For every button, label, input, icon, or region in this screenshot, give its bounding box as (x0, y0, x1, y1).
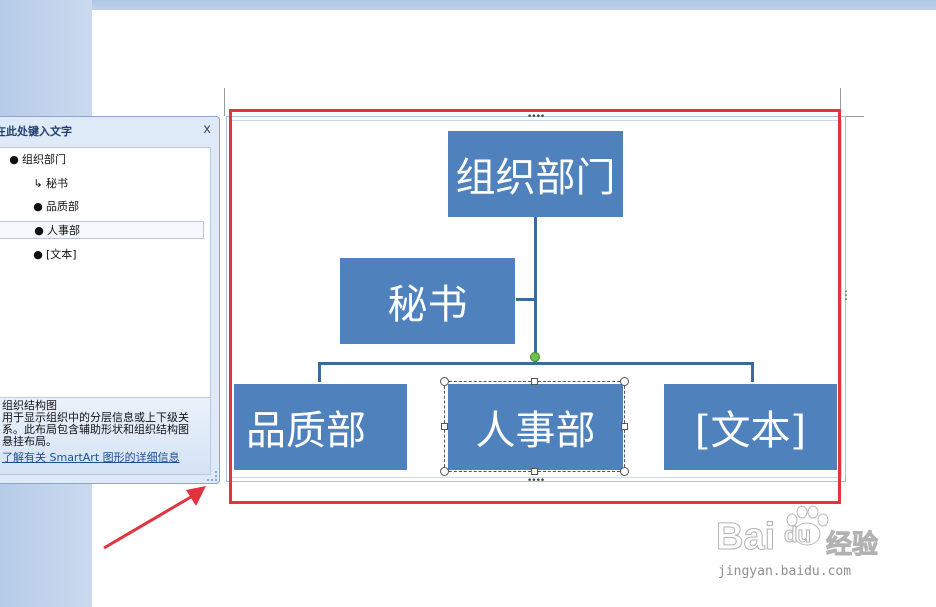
watermark-brand: Bai (715, 516, 776, 559)
watermark-brand-du: du (784, 522, 812, 548)
watermark-jingyan: 经验 (825, 530, 879, 561)
watermark-url: jingyan.baidu.com (718, 564, 852, 579)
watermark: Bai du 经验 jingyan.baidu.com (692, 498, 932, 590)
